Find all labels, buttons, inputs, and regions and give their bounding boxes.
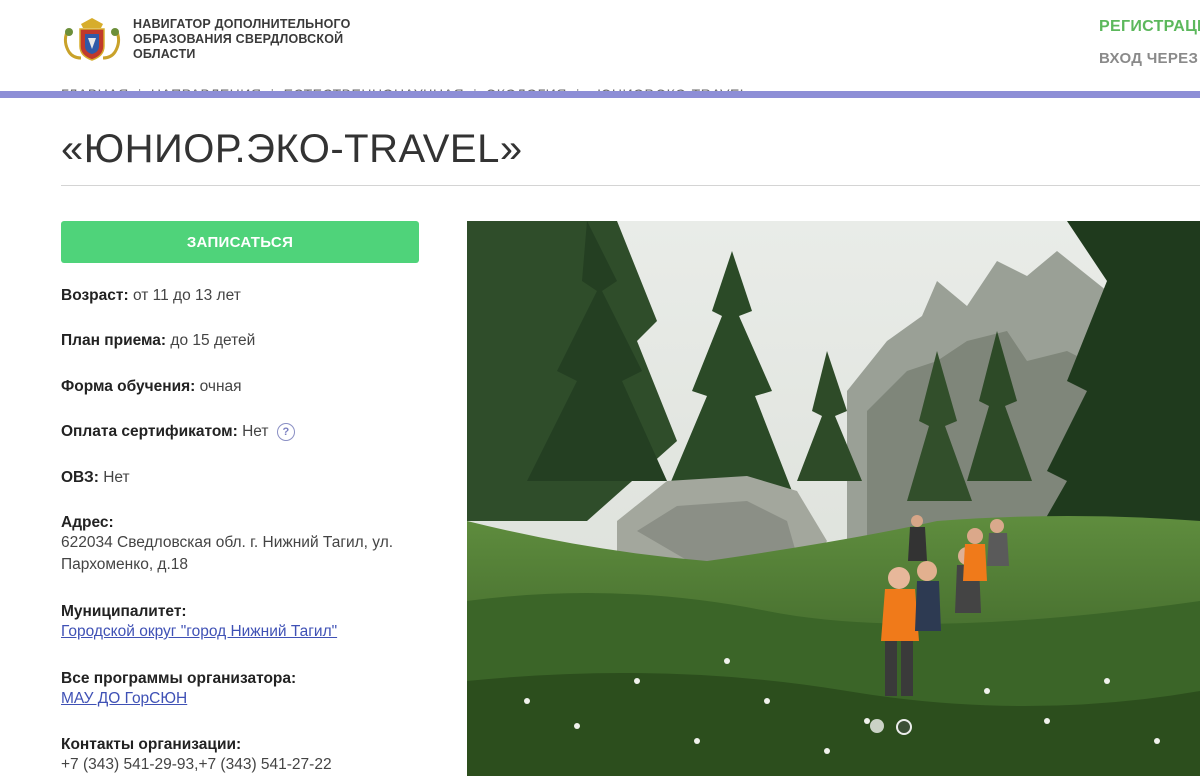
payment-row: Оплата сертификатом: Нет ? [61, 423, 295, 441]
header-accent-bar [0, 91, 1200, 98]
programs-block: Все программы организатора: МАУ ДО ГорСЮ… [61, 670, 296, 710]
login-link[interactable]: ВХОД ЧЕРЕЗ [1099, 50, 1198, 67]
age-row: Возраст: от 11 до 13 лет [61, 287, 241, 305]
contacts-value: +7 (343) 541-29-93,+7 (343) 541-27-22 [61, 756, 332, 773]
contacts-label: Контакты организации: [61, 736, 242, 753]
program-photo[interactable] [467, 221, 1200, 776]
address-block: Адрес: 622034 Сведловская обл. г. Нижний… [61, 514, 431, 576]
age-label: Возраст: [61, 287, 129, 304]
gallery-dot-1[interactable] [870, 719, 884, 733]
organizer-link[interactable]: МАУ ДО ГорСЮН [61, 688, 296, 710]
contacts-block: Контакты организации: +7 (343) 541-29-93… [61, 736, 332, 776]
plan-value: до 15 детей [170, 332, 256, 349]
forest-hike-image [467, 221, 1200, 776]
address-value: 622034 Сведловская обл. г. Нижний Тагил,… [61, 534, 394, 573]
plan-row: План приема: до 15 детей [61, 332, 255, 350]
age-value: от 11 до 13 лет [132, 287, 241, 304]
form-row: Форма обучения: очная [61, 378, 242, 396]
title-divider [61, 185, 1200, 186]
form-value: очная [199, 378, 242, 395]
help-icon[interactable]: ? [276, 423, 295, 441]
programs-label: Все программы организатора: [61, 670, 297, 687]
address-label: Адрес: [61, 514, 114, 531]
municipality-label: Муниципалитет: [61, 603, 187, 620]
payment-value: Нет [242, 423, 269, 440]
page-title: «ЮНИОР.ЭКО-TRAVEL» [61, 127, 523, 171]
form-label: Форма обучения: [61, 378, 196, 395]
ovz-label: ОВЗ: [61, 469, 99, 486]
plan-label: План приема: [61, 332, 167, 349]
gallery-dot-2[interactable] [896, 719, 912, 735]
ovz-row: ОВЗ: Нет [61, 469, 130, 487]
enroll-button[interactable]: ЗАПИСАТЬСЯ [61, 221, 419, 263]
site-name[interactable]: НАВИГАТОР ДОПОЛНИТЕЛЬНОГО ОБРАЗОВАНИЯ СВ… [133, 17, 393, 62]
municipality-link[interactable]: Городской округ "город Нижний Тагил" [61, 621, 337, 643]
site-header: НАВИГАТОР ДОПОЛНИТЕЛЬНОГО ОБРАЗОВАНИЯ СВ… [0, 0, 1200, 92]
ovz-value: Нет [103, 469, 130, 486]
breadcrumb-mask [0, 98, 1200, 102]
register-link[interactable]: РЕГИСТРАЦИЯ [1099, 18, 1200, 36]
municipality-block: Муниципалитет: Городской округ "город Ни… [61, 603, 337, 643]
coat-of-arms-icon[interactable] [61, 16, 123, 62]
payment-label: Оплата сертификатом: [61, 423, 238, 440]
